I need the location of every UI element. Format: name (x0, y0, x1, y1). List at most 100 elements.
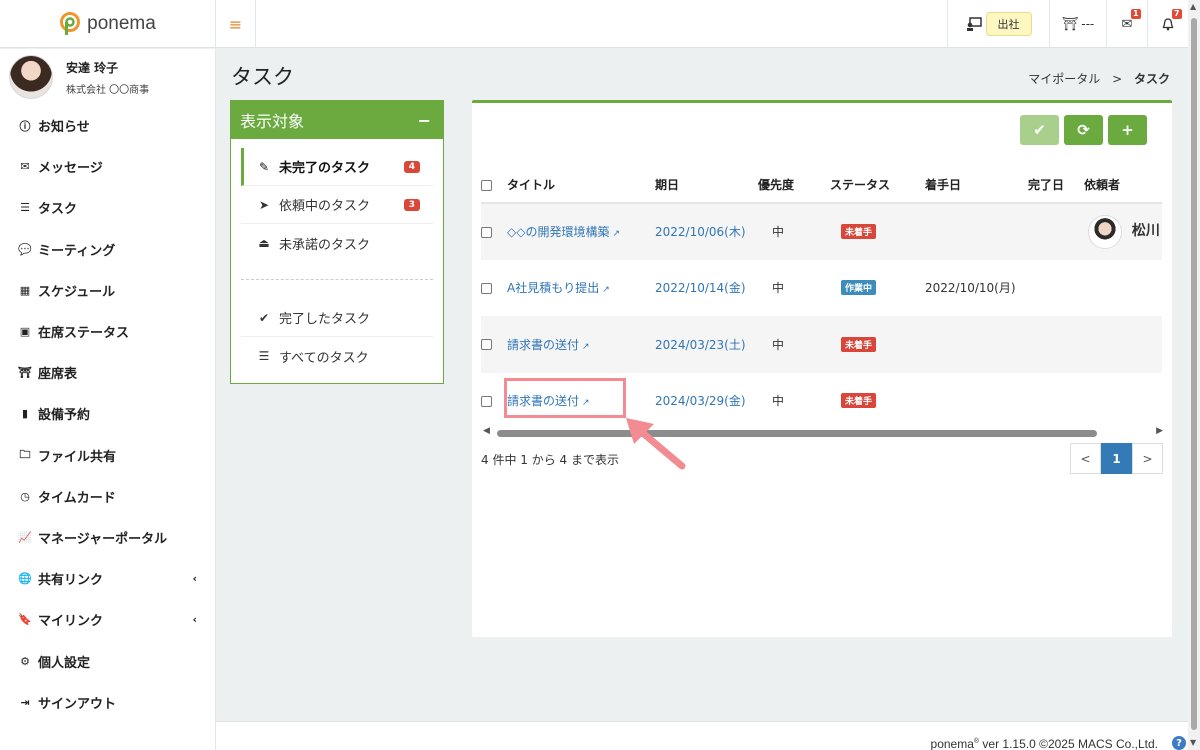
prev-page-button[interactable]: < (1070, 443, 1101, 474)
sidebar-item-timecard[interactable]: ◷ タイムカード (0, 476, 215, 517)
scroll-left-icon[interactable]: ◀ (483, 426, 490, 436)
column-header-status[interactable]: ステータス (830, 167, 925, 204)
seat-status[interactable]: ⛩ --- (1049, 0, 1106, 48)
done-date (1028, 316, 1084, 373)
requester-name (1084, 373, 1162, 430)
sidebar-item-shared-links[interactable]: 🌐 共有リンク ‹ (0, 558, 215, 599)
sidebar-item-signout[interactable]: ⇥ サインアウト (0, 682, 215, 723)
sidebar-item-tasks[interactable]: ☰ タスク (0, 187, 215, 228)
scroll-up-icon[interactable]: ▲ (1190, 2, 1196, 11)
scrollbar-thumb[interactable] (497, 430, 1097, 437)
filter-item-requested[interactable]: ➤ 依頼中のタスク 3 (241, 186, 433, 224)
seat-icon: ⛩ (18, 366, 32, 380)
footer-brand: ponema (930, 737, 974, 750)
collapse-button[interactable]: − (418, 111, 431, 130)
sidebar-item-notices[interactable]: ⓘ お知らせ (0, 105, 215, 146)
footer: ponema® ver 1.15.0 ©2025 MACS Co.,Ltd. ? (216, 721, 1188, 750)
breadcrumb-home-link[interactable]: マイポータル (1028, 72, 1100, 86)
status-badge: 未着手 (841, 224, 877, 240)
sidebar-item-settings[interactable]: ⚙ 個人設定 (0, 640, 215, 681)
sidebar-item-facility[interactable]: ▮ 設備予約 (0, 393, 215, 434)
table-horizontal-scrollbar[interactable]: ◀ ▶ (483, 426, 1163, 439)
sidebar-item-schedule[interactable]: ▦ スケジュール (0, 270, 215, 311)
column-header-requester[interactable]: 依頼者 (1084, 167, 1162, 204)
scroll-right-icon[interactable]: ▶ (1156, 426, 1163, 436)
sidebar-item-seating[interactable]: ⛩ 座席表 (0, 352, 215, 393)
logo[interactable]: ponema (0, 0, 216, 48)
help-icon[interactable]: ? (1172, 736, 1186, 750)
sidebar-item-files[interactable]: 🗀 ファイル共有 (0, 435, 215, 476)
task-title-link[interactable]: ◇◇の開発環境構築 (507, 225, 609, 239)
footer-version: ver 1.15.0 ©2025 MACS Co.,Ltd. (979, 737, 1158, 750)
sidebar-item-label: 在席ステータス (38, 326, 130, 342)
table-row: ◇◇の開発環境構築 ↗ 2022/10/06(木) 中 未着手 松川 (481, 203, 1162, 260)
status-badge: 未着手 (841, 336, 877, 352)
page-button-1[interactable]: 1 (1101, 443, 1132, 474)
column-header-due[interactable]: 期日 (655, 167, 758, 204)
row-checkbox[interactable] (481, 395, 492, 407)
sidebar-item-presence[interactable]: ▣ 在席ステータス (0, 311, 215, 352)
presence-icon: ▣ (19, 325, 31, 339)
column-header-priority[interactable]: 優先度 (758, 167, 830, 204)
task-title-link[interactable]: A社見積もり提出 (507, 281, 599, 295)
sidebar-item-meetings[interactable]: 💬 ミーティング (0, 229, 215, 270)
attendance-status[interactable]: 出社 (947, 0, 1049, 48)
filter-panel: 表示対象 − ✎ 未完了のタスク 4 ➤ 依頼中のタスク 3 ⏏ 未承諾のタスク… (230, 100, 444, 384)
breadcrumb-current: タスク (1133, 72, 1170, 86)
sidebar-item-label: タイムカード (38, 490, 116, 506)
count-badge: 4 (403, 160, 420, 173)
filter-item-unaccepted[interactable]: ⏏ 未承諾のタスク (241, 224, 433, 262)
done-date (1028, 373, 1084, 430)
pagination: < 1 > (1070, 443, 1163, 474)
done-date (1028, 260, 1084, 317)
start-date (925, 373, 1028, 430)
scroll-down-icon[interactable]: ▼ (1190, 738, 1196, 747)
user-profile[interactable]: 安達 玲子 株式会社 〇〇商事 (0, 49, 215, 105)
window-vertical-scrollbar[interactable]: ▲ ▼ (1188, 0, 1200, 750)
refresh-button[interactable]: ⟳ (1064, 115, 1103, 145)
user-name: 安達 玲子 (66, 60, 119, 75)
external-link-icon: ↗ (612, 229, 621, 240)
inbox-icon: ⏏ (258, 236, 270, 250)
comments-icon: 💬 (18, 242, 32, 256)
column-header-title[interactable]: タイトル (507, 167, 655, 204)
start-date: 2022/10/10(月) (925, 281, 1016, 296)
task-title-link[interactable]: 請求書の送付 (507, 338, 579, 352)
select-all-checkbox[interactable] (481, 179, 492, 191)
next-page-button[interactable]: > (1132, 443, 1163, 474)
priority: 中 (758, 203, 830, 260)
menu-toggle-button[interactable]: ≡ (216, 0, 256, 48)
external-link-icon: ↗ (602, 285, 610, 296)
column-header-done[interactable]: 完了日 (1028, 167, 1084, 204)
seat-icon: ⛩ (1061, 16, 1079, 32)
filter-item-incomplete[interactable]: ✎ 未完了のタスク 4 (241, 148, 433, 186)
pencil-icon: ✎ (258, 159, 270, 174)
sidebar-item-messages[interactable]: ✉ メッセージ (0, 146, 215, 187)
notifications-button[interactable]: 7 (1147, 0, 1188, 48)
logo-text: ponema (87, 13, 156, 34)
messages-button[interactable]: ✉ 1 (1106, 0, 1147, 48)
pagination-summary: 4 件中 1 から 4 まで表示 (481, 453, 619, 467)
filter-item-label: 完了したタスク (279, 312, 371, 327)
complete-button[interactable]: ✔ (1020, 115, 1059, 145)
requester-avatar (1088, 214, 1122, 249)
globe-icon: 🌐 (18, 572, 32, 586)
filter-item-all[interactable]: ☰ すべてのタスク (241, 337, 433, 375)
sidebar-item-label: ミーティング (38, 243, 116, 259)
top-bar: ponema ≡ 出社 ⛩ --- ✉ 1 7 (0, 0, 1188, 48)
sidebar-item-manager[interactable]: 📈 マネージャーポータル (0, 517, 215, 558)
add-task-button[interactable]: + (1108, 115, 1147, 145)
breadcrumb-separator: > (1112, 72, 1123, 86)
sidebar-item-label: お知らせ (38, 120, 90, 136)
row-checkbox[interactable] (481, 339, 492, 351)
requester-name: 松川 (1131, 223, 1160, 240)
requester-name (1084, 260, 1162, 317)
signout-icon: ⇥ (20, 695, 30, 709)
sidebar-item-my-links[interactable]: 🔖 マイリンク ‹ (0, 599, 215, 640)
row-checkbox[interactable] (481, 226, 492, 238)
check-icon: ✔ (1033, 121, 1046, 139)
filter-item-completed[interactable]: ✔ 完了したタスク (241, 299, 433, 337)
column-header-start[interactable]: 着手日 (925, 167, 1028, 204)
row-checkbox[interactable] (481, 282, 492, 294)
scrollbar-thumb[interactable] (1191, 18, 1197, 730)
